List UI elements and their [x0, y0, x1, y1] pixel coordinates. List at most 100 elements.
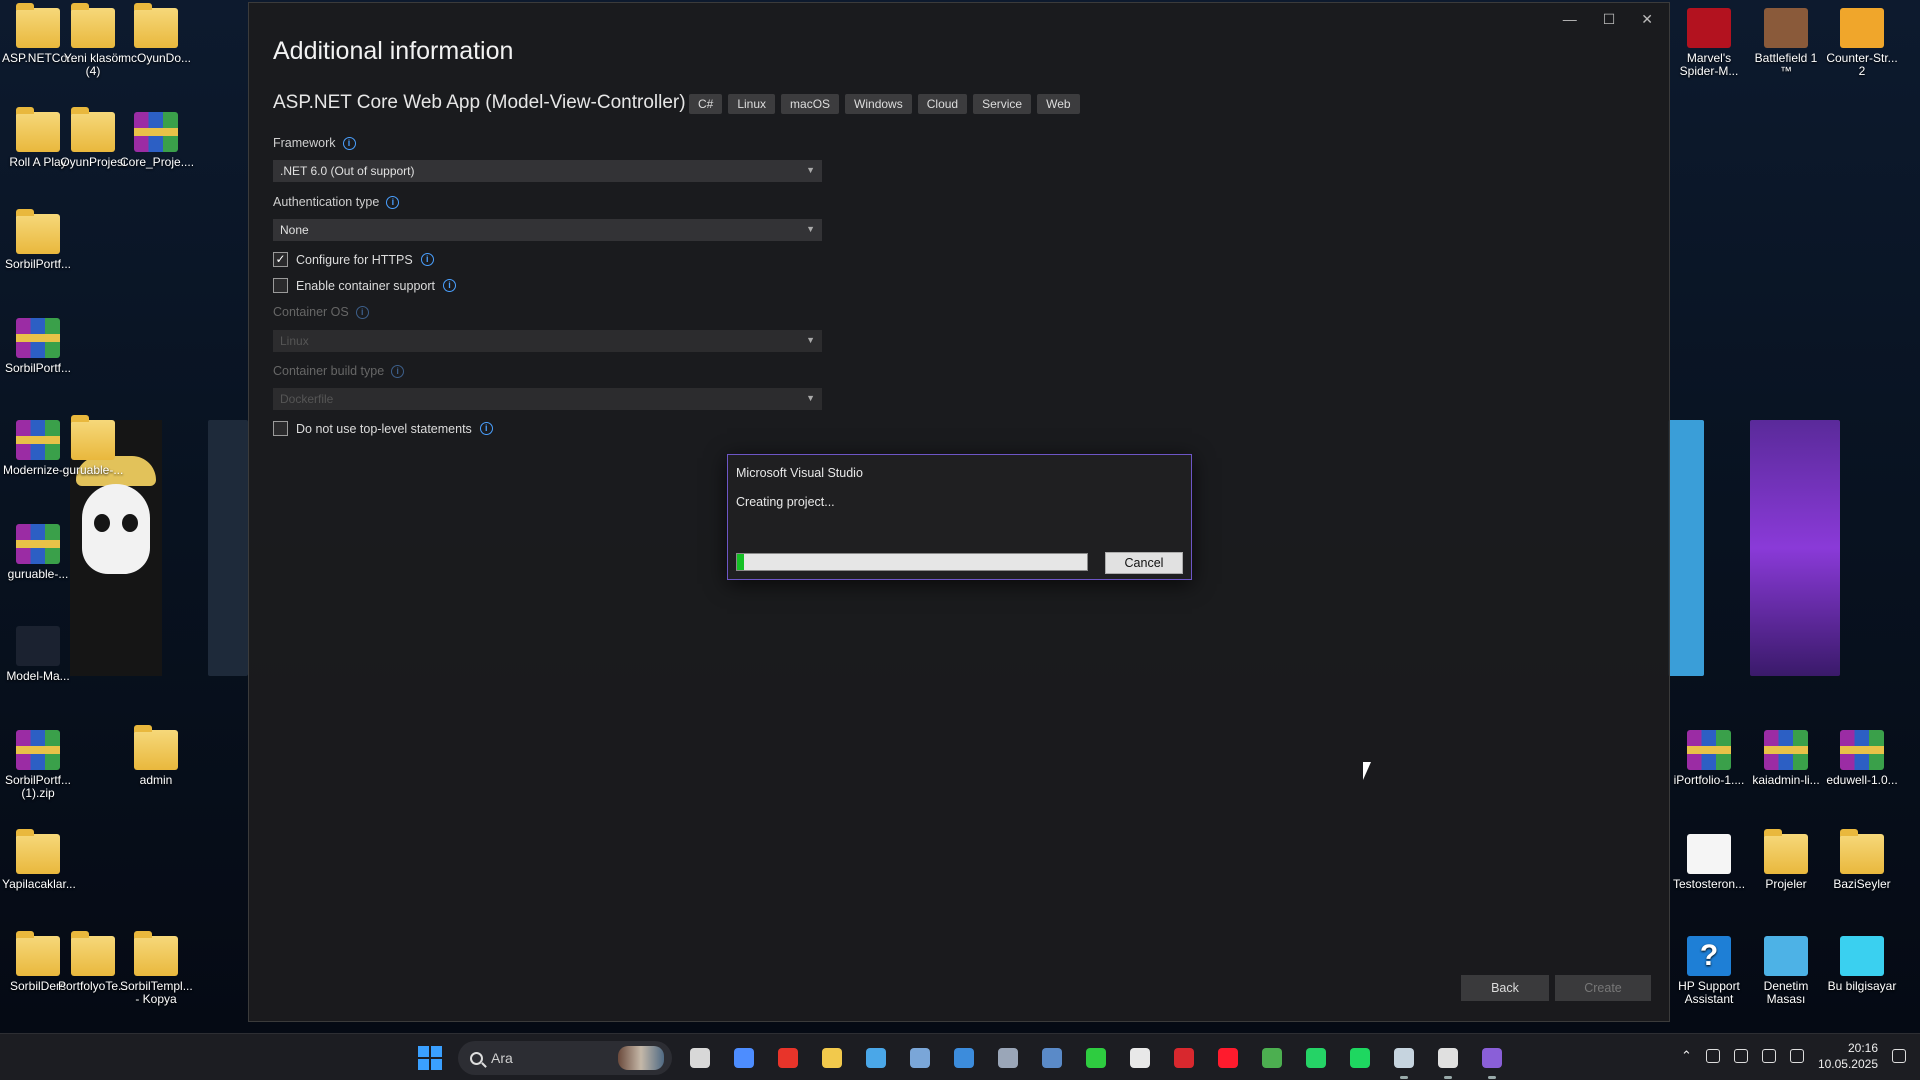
desktop-icon[interactable]: mcOyunDo...: [120, 3, 192, 65]
maximize-button[interactable]: ☐: [1603, 11, 1616, 28]
spotify-icon[interactable]: [1344, 1042, 1376, 1074]
cs-icon: [1840, 8, 1884, 48]
rar-icon: [1840, 730, 1884, 770]
create-button[interactable]: Create: [1555, 975, 1651, 1001]
opera-icon[interactable]: [1212, 1042, 1244, 1074]
store-icon[interactable]: [948, 1042, 980, 1074]
copilot-icon[interactable]: [728, 1042, 760, 1074]
desktop-icon[interactable]: BaziSeyler: [1826, 829, 1898, 891]
unity-icon[interactable]: [1432, 1042, 1464, 1079]
battery-icon[interactable]: [1789, 1049, 1804, 1063]
taskbar-search[interactable]: Ara: [458, 1041, 672, 1075]
container-os-label: Container OS i: [273, 305, 369, 319]
desktop-icon[interactable]: SorbilPortf...: [2, 209, 74, 271]
chrome-icon[interactable]: [1256, 1042, 1288, 1074]
desktop-icon[interactable]: Denetim Masası: [1750, 936, 1822, 1006]
task-view-icon[interactable]: [684, 1042, 716, 1074]
configure-https-checkbox[interactable]: ✓ Configure for HTTPS i: [273, 252, 434, 267]
info-icon: i: [355, 305, 369, 319]
info-icon[interactable]: i: [342, 136, 356, 150]
close-button[interactable]: ✕: [1641, 11, 1653, 28]
desktop-icon[interactable]: Projeler: [1750, 829, 1822, 891]
app-blue-icon[interactable]: [860, 1042, 892, 1074]
xbox-icon[interactable]: [1080, 1042, 1112, 1074]
notification-icon[interactable]: [1892, 1049, 1906, 1063]
app-monitor-icon[interactable]: [1036, 1042, 1068, 1074]
photos-icon[interactable]: [904, 1042, 936, 1074]
file-explorer-icon[interactable]: [816, 1042, 848, 1074]
progress-bar: [736, 553, 1088, 571]
top-level-statements-checkbox[interactable]: Do not use top-level statements i: [273, 421, 493, 436]
cancel-button[interactable]: Cancel: [1105, 552, 1183, 574]
desktop-icon[interactable]: Counter-Str... 2: [1826, 8, 1898, 78]
desktop-icon[interactable]: Testosteron...: [1673, 834, 1745, 891]
settings-icon[interactable]: [992, 1042, 1024, 1074]
desktop-icon[interactable]: eduwell-1.0...: [1826, 730, 1898, 787]
desktop-icon-label: Core_Proje....: [120, 155, 195, 169]
search-input[interactable]: Ara: [491, 1050, 513, 1066]
start-button[interactable]: [418, 1046, 442, 1070]
container-support-checkbox[interactable]: Enable container support i: [273, 278, 456, 293]
desktop-icon[interactable]: Yapilacaklar...: [2, 829, 76, 891]
desktop-icon[interactable]: admin: [120, 725, 192, 787]
desktop-icon-label: guruable-...: [7, 567, 69, 581]
rar-icon: [134, 112, 178, 152]
folder-icon: [71, 415, 115, 460]
bf-icon: [1764, 8, 1808, 48]
desktop-icon[interactable]: Core_Proje....: [120, 112, 195, 169]
info-icon[interactable]: i: [442, 279, 456, 292]
auth-type-select[interactable]: None ▼: [273, 219, 822, 241]
app-white-icon[interactable]: [1124, 1042, 1156, 1074]
chevron-up-icon[interactable]: ⌃: [1681, 1048, 1692, 1064]
desktop-icon[interactable]: ? HP Support Assistant: [1673, 936, 1745, 1006]
desktop-icon-label: Marvel's Spider-M...: [1679, 51, 1739, 78]
desktop-icon[interactable]: SorbilPortf... (1).zip: [2, 730, 74, 800]
framework-select[interactable]: .NET 6.0 (Out of support) ▼: [273, 160, 822, 182]
rar-icon: [16, 524, 60, 564]
desktop-icon[interactable]: iPortfolio-1....: [1673, 730, 1745, 787]
desktop-icon[interactable]: Model-Ma...: [2, 626, 74, 683]
checkbox[interactable]: [273, 278, 288, 293]
desktop-icon[interactable]: PortfolyoTe...: [57, 931, 129, 993]
desktop-icon[interactable]: kaiadmin-li...: [1750, 730, 1822, 787]
desktop-icon[interactable]: guruable-...: [2, 524, 74, 581]
system-tray: ⌃ 20:16 10.05.2025: [1681, 1040, 1906, 1072]
desktop-icon[interactable]: guruable-...: [57, 415, 129, 477]
network-icon[interactable]: [1733, 1049, 1748, 1063]
minimize-button[interactable]: —: [1563, 11, 1577, 28]
checkbox-checked[interactable]: ✓: [273, 252, 288, 267]
visual-studio-icon[interactable]: [1476, 1042, 1508, 1079]
page-title: Additional information: [273, 37, 514, 65]
desktop-icon-label: SorbilPortf...: [4, 361, 72, 375]
whatsapp-icon[interactable]: [1300, 1042, 1332, 1074]
desktop-icon[interactable]: SorbilTempl... - Kopya: [120, 931, 193, 1006]
progress-fill: [737, 554, 744, 570]
desktop-icon[interactable]: Battlefield 1 ™: [1750, 8, 1822, 78]
folder-icon: [71, 3, 115, 48]
info-icon[interactable]: i: [386, 195, 400, 209]
panel-icon: [1764, 936, 1808, 976]
taskbar: Ara ⌃ 20:16 10.05.2025: [0, 1033, 1920, 1080]
info-icon[interactable]: i: [479, 422, 493, 435]
rar-icon: [16, 318, 60, 358]
desktop-icon[interactable]: Bu bilgisayar: [1826, 936, 1898, 993]
desktop-icon-label: Testosteron...: [1673, 877, 1746, 891]
taskbar-apps: [684, 1042, 1508, 1079]
microphone-icon[interactable]: [1705, 1049, 1720, 1063]
desktop-icon[interactable]: Yeni klasör (4): [57, 3, 129, 78]
info-icon[interactable]: i: [420, 253, 434, 266]
checkbox[interactable]: [273, 421, 288, 436]
app-red2-icon[interactable]: [1168, 1042, 1200, 1074]
rar-icon: [1687, 730, 1731, 770]
desktop-icon[interactable]: Marvel's Spider-M...: [1673, 8, 1745, 78]
clock[interactable]: 20:16 10.05.2025: [1818, 1040, 1878, 1072]
back-button[interactable]: Back: [1461, 975, 1549, 1001]
desktop-icon[interactable]: OyunProjesi: [57, 107, 129, 169]
testo-icon: [1687, 834, 1731, 874]
volume-icon[interactable]: [1761, 1049, 1776, 1063]
desktop-icon[interactable]: SorbilPortf...: [2, 318, 74, 375]
template-tags: C# Linux macOS Windows Cloud Service Web: [689, 94, 1080, 114]
steam-icon[interactable]: [1388, 1042, 1420, 1079]
app-red-icon[interactable]: [772, 1042, 804, 1074]
tag: Web: [1037, 94, 1080, 114]
